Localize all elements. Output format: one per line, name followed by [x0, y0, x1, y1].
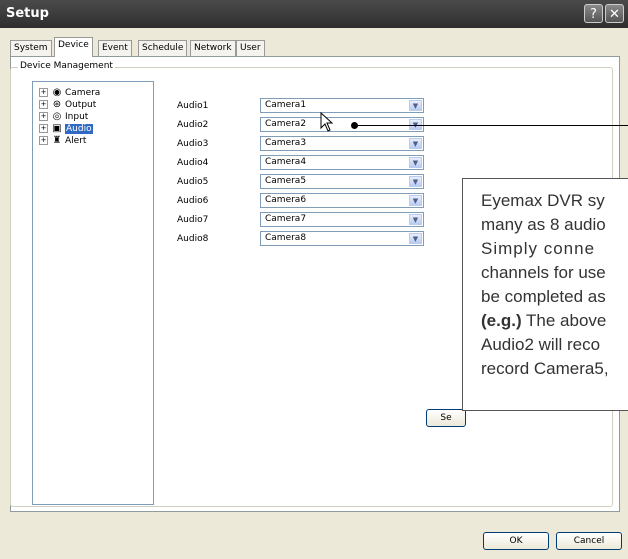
chevron-down-icon[interactable]: ▼ — [409, 138, 422, 149]
callout-example-rest: The above — [521, 311, 607, 330]
audio3-label: Audio3 — [177, 139, 209, 149]
audio1-label: Audio1 — [177, 101, 209, 111]
chevron-down-icon[interactable]: ▼ — [409, 100, 422, 111]
tree-item-label: Alert — [65, 136, 87, 146]
chevron-down-icon[interactable]: ▼ — [409, 176, 422, 187]
help-button[interactable]: ? — [584, 4, 603, 23]
callout-leader-line — [355, 125, 628, 126]
chevron-down-icon[interactable]: ▼ — [409, 214, 422, 225]
expand-icon[interactable]: + — [39, 88, 48, 97]
expand-icon[interactable]: + — [39, 100, 48, 109]
set-button[interactable]: Se — [426, 409, 466, 427]
audio8-label: Audio8 — [177, 234, 209, 244]
audio7-label: Audio7 — [177, 215, 209, 225]
mouse-cursor-icon — [320, 112, 334, 132]
window-title: Setup — [6, 6, 49, 21]
callout-line: Eyemax DVR sy — [481, 191, 605, 210]
audio8-select[interactable]: Camera8 ▼ — [260, 231, 424, 246]
callout-line: Audio2 will reco — [481, 335, 601, 354]
select-value: Camera2 — [265, 119, 307, 129]
select-value: Camera5 — [265, 176, 307, 186]
audio6-select[interactable]: Camera6 ▼ — [260, 193, 424, 208]
tab-event[interactable]: Event — [98, 40, 132, 56]
callout-bold: (e.g.) — [481, 311, 522, 330]
callout-box: Eyemax DVR sy many as 8 audio Simply con… — [462, 178, 628, 411]
chevron-down-icon[interactable]: ▼ — [409, 157, 422, 168]
audio3-select[interactable]: Camera3 ▼ — [260, 136, 424, 151]
tab-device[interactable]: Device — [54, 37, 93, 57]
group-label: Device Management — [18, 61, 115, 71]
tree-item-label: Output — [65, 100, 97, 110]
callout-line: be completed as — [481, 287, 606, 306]
callout-line-example: (e.g.) The above — [481, 309, 628, 333]
title-bar[interactable]: Setup ? ✕ — [0, 0, 628, 28]
select-value: Camera7 — [265, 214, 307, 224]
chevron-down-icon[interactable]: ▼ — [409, 233, 422, 244]
callout-line: channels for use — [481, 263, 606, 282]
audio5-label: Audio5 — [177, 177, 209, 187]
chevron-down-icon[interactable]: ▼ — [409, 195, 422, 206]
tab-user[interactable]: User — [236, 40, 265, 56]
select-value: Camera1 — [265, 100, 307, 110]
tab-schedule[interactable]: Schedule — [138, 40, 188, 56]
tab-system[interactable]: System — [10, 40, 52, 56]
select-value: Camera8 — [265, 233, 307, 243]
tree-item-label: Camera — [65, 88, 101, 98]
tree-item-label: Audio — [65, 124, 93, 134]
select-value: Camera3 — [265, 138, 307, 148]
select-value: Camera4 — [265, 157, 307, 167]
device-tree[interactable]: + ◉ Camera + ⊛ Output + ◎ Input + ▣ Audio + ♜ Aler… — [32, 81, 154, 505]
expand-icon[interactable]: + — [39, 112, 48, 121]
callout-leader-dot — [351, 122, 358, 129]
setup-window: Setup ? ✕ System Device Event Schedule N… — [0, 0, 628, 559]
tree-item-alert[interactable]: + ♜ Alert — [39, 134, 86, 147]
audio5-select[interactable]: Camera5 ▼ — [260, 174, 424, 189]
close-button[interactable]: ✕ — [605, 4, 624, 23]
alert-icon: ♜ — [52, 135, 62, 146]
audio7-select[interactable]: Camera7 ▼ — [260, 212, 424, 227]
cancel-button[interactable]: Cancel — [556, 532, 622, 550]
audio1-select[interactable]: Camera1 ▼ — [260, 98, 424, 113]
tab-network[interactable]: Network — [190, 40, 236, 56]
callout-line: record Camera5, — [481, 359, 609, 378]
audio6-label: Audio6 — [177, 196, 209, 206]
ok-button[interactable]: OK — [483, 532, 549, 550]
audio2-label: Audio2 — [177, 120, 209, 130]
callout-line: many as 8 audio — [481, 215, 606, 234]
tree-item-label: Input — [65, 112, 89, 122]
expand-icon[interactable]: + — [39, 124, 48, 133]
audio4-select[interactable]: Camera4 ▼ — [260, 155, 424, 170]
audio4-label: Audio4 — [177, 158, 209, 168]
callout-line: Simply conne — [481, 239, 596, 258]
select-value: Camera6 — [265, 195, 307, 205]
expand-icon[interactable]: + — [39, 136, 48, 145]
